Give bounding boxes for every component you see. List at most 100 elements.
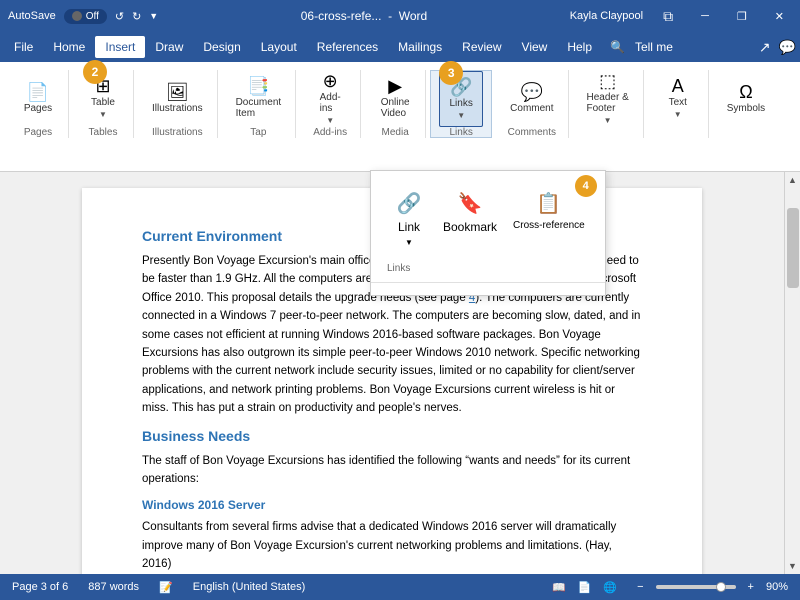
scrollbar[interactable]: ▲ ▼ — [784, 172, 800, 574]
header-footer-button[interactable]: ⬚ Header &Footer ▼ — [581, 70, 635, 126]
status-bar-left: Page 3 of 6 887 words 📝 English (United … — [12, 581, 305, 594]
menu-tell-me[interactable]: Tell me — [625, 36, 683, 58]
app-name: Word — [399, 9, 427, 23]
maximize-icon[interactable]: ❐ — [729, 8, 755, 25]
comment-label: Comment — [510, 103, 553, 114]
tap-group-label: Tap — [250, 127, 266, 138]
zoom-slider[interactable] — [656, 585, 736, 589]
ribbon-group-header-footer: ⬚ Header &Footer ▼ — [573, 70, 644, 138]
ribbon: 📄 Pages Pages 2 ⊞ Table ▼ Tables — [0, 62, 800, 172]
bookmark-dropdown-icon: 🔖 — [458, 191, 483, 216]
ribbon-group-text-items: A Text ▼ — [656, 70, 700, 126]
links-label: Links — [449, 98, 472, 109]
close-icon[interactable]: ✕ — [767, 8, 792, 25]
document-item-button[interactable]: 📑 DocumentItem — [230, 70, 288, 126]
addins-icon: ⊕ — [323, 72, 338, 90]
text-button-label: Text — [669, 97, 687, 108]
scrollbar-thumb[interactable] — [787, 208, 799, 288]
link-dropdown-arrow: ▼ — [405, 238, 413, 247]
illustrations-icon: 🖼 — [166, 83, 189, 101]
addins-button[interactable]: ⊕ Add-ins ▼ — [308, 70, 352, 126]
addins-label: Add-ins — [320, 92, 341, 114]
view-web-icon[interactable]: 🌐 — [603, 581, 617, 594]
comments-group-label: Comments — [508, 127, 556, 138]
menu-references[interactable]: References — [307, 36, 388, 58]
title-bar: AutoSave Off ↺ ↻ ▼ 06-cross-refe... - Wo… — [0, 0, 800, 32]
scrollbar-down-arrow[interactable]: ▼ — [785, 558, 800, 574]
autosave-toggle[interactable]: Off — [64, 9, 107, 24]
online-video-button[interactable]: ▶ OnlineVideo — [373, 70, 417, 126]
view-read-icon[interactable]: 📖 — [552, 581, 566, 594]
pages-group-label: Pages — [24, 127, 52, 138]
toggle-dot — [72, 11, 82, 21]
illustrations-group-label: Illustrations — [152, 127, 203, 138]
ribbon-group-header-footer-items: ⬚ Header &Footer ▼ — [581, 70, 635, 126]
minimize-icon[interactable]: ─ — [693, 8, 717, 24]
autosave-label: AutoSave — [8, 10, 56, 22]
title-bar-right: Kayla Claypool ⧉ ─ ❐ ✕ — [570, 6, 792, 27]
quick-access-arrow[interactable]: ▼ — [149, 11, 158, 21]
symbols-button[interactable]: Ω Symbols — [721, 70, 771, 126]
menu-draw[interactable]: Draw — [145, 36, 193, 58]
ribbon-group-symbols-items: Ω Symbols — [721, 70, 771, 126]
table-dropdown-arrow: ▼ — [99, 110, 107, 119]
page-info: Page 3 of 6 — [12, 581, 68, 593]
ribbon-group-comments: 💬 Comment Comments — [496, 70, 568, 138]
menu-review[interactable]: Review — [452, 36, 511, 58]
ribbon-group-media-items: ▶ OnlineVideo — [373, 70, 417, 126]
header-footer-label: Header &Footer — [587, 92, 629, 114]
ribbon-group-media: ▶ OnlineVideo Media — [365, 70, 426, 138]
text-dropdown-arrow: ▼ — [674, 110, 682, 119]
media-group-label: Media — [382, 127, 409, 138]
menu-bar: File Home Insert Draw Design Layout Refe… — [0, 32, 800, 62]
link-dropdown-item[interactable]: 🔗 Link ▼ — [387, 187, 431, 251]
share-icon[interactable]: ↗ — [759, 39, 771, 56]
step-2-circle: 2 — [83, 60, 107, 84]
pages-button[interactable]: 📄 Pages — [16, 70, 60, 126]
ribbon-group-pages-items: 📄 Pages — [16, 70, 60, 126]
header-footer-dropdown-arrow: ▼ — [604, 116, 612, 125]
menu-design[interactable]: Design — [193, 36, 250, 58]
comment-button[interactable]: 💬 Comment — [504, 70, 559, 126]
text-button[interactable]: A Text ▼ — [656, 70, 700, 126]
menu-mailings[interactable]: Mailings — [388, 36, 452, 58]
comment-ribbon-icon[interactable]: 💬 — [779, 39, 796, 56]
illustrations-label: Illustrations — [152, 103, 203, 114]
ribbon-group-text: A Text ▼ — [648, 70, 709, 138]
bookmark-dropdown-item[interactable]: 🔖 Bookmark — [439, 187, 501, 251]
links-dropdown-arrow: ▼ — [457, 111, 465, 120]
cross-reference-dropdown-icon: 📋 — [536, 191, 561, 216]
zoom-out-icon[interactable]: − — [637, 581, 643, 593]
business-needs-heading: Business Needs — [142, 428, 642, 444]
menu-file[interactable]: File — [4, 36, 43, 58]
links-dropdown-items: 🔗 Link ▼ 🔖 Bookmark 4 📋 Cross-reference — [371, 179, 605, 259]
cross-reference-dropdown-item[interactable]: 4 📋 Cross-reference — [509, 187, 589, 251]
redo-icon[interactable]: ↻ — [132, 10, 141, 23]
ribbon-group-comments-items: 💬 Comment — [504, 70, 559, 126]
menu-home[interactable]: Home — [43, 36, 95, 58]
step-4-circle: 4 — [575, 175, 597, 197]
menu-view[interactable]: View — [512, 36, 558, 58]
restore-down-icon[interactable]: ⧉ — [655, 6, 681, 27]
document-item-label: DocumentItem — [236, 97, 282, 119]
pages-icon: 📄 — [27, 83, 49, 101]
tables-group-label: Tables — [89, 127, 118, 138]
status-bar-right: 📖 📄 🌐 − + 90% — [552, 581, 788, 594]
menu-insert[interactable]: Insert — [95, 36, 145, 58]
ribbon-group-addins: ⊕ Add-ins ▼ Add-ins — [300, 70, 361, 138]
menu-layout[interactable]: Layout — [251, 36, 307, 58]
addins-dropdown-arrow: ▼ — [326, 116, 334, 125]
ribbon-group-tap-items: 📑 DocumentItem — [230, 70, 288, 126]
view-print-icon[interactable]: 📄 — [578, 581, 592, 594]
scrollbar-up-arrow[interactable]: ▲ — [785, 172, 800, 188]
ribbon-content: 📄 Pages Pages 2 ⊞ Table ▼ Tables — [0, 66, 800, 144]
symbols-icon: Ω — [739, 83, 752, 101]
illustrations-button[interactable]: 🖼 Illustrations — [146, 70, 209, 126]
proofing-icon: 📝 — [159, 581, 173, 594]
menu-help[interactable]: Help — [557, 36, 602, 58]
zoom-in-icon[interactable]: + — [748, 581, 754, 593]
cross-reference-dropdown-label: Cross-reference — [513, 220, 585, 231]
ribbon-group-links: 3 🔗 Links ▼ Links — [430, 70, 492, 138]
undo-icon[interactable]: ↺ — [115, 10, 124, 23]
step-3-circle: 3 — [439, 61, 463, 85]
